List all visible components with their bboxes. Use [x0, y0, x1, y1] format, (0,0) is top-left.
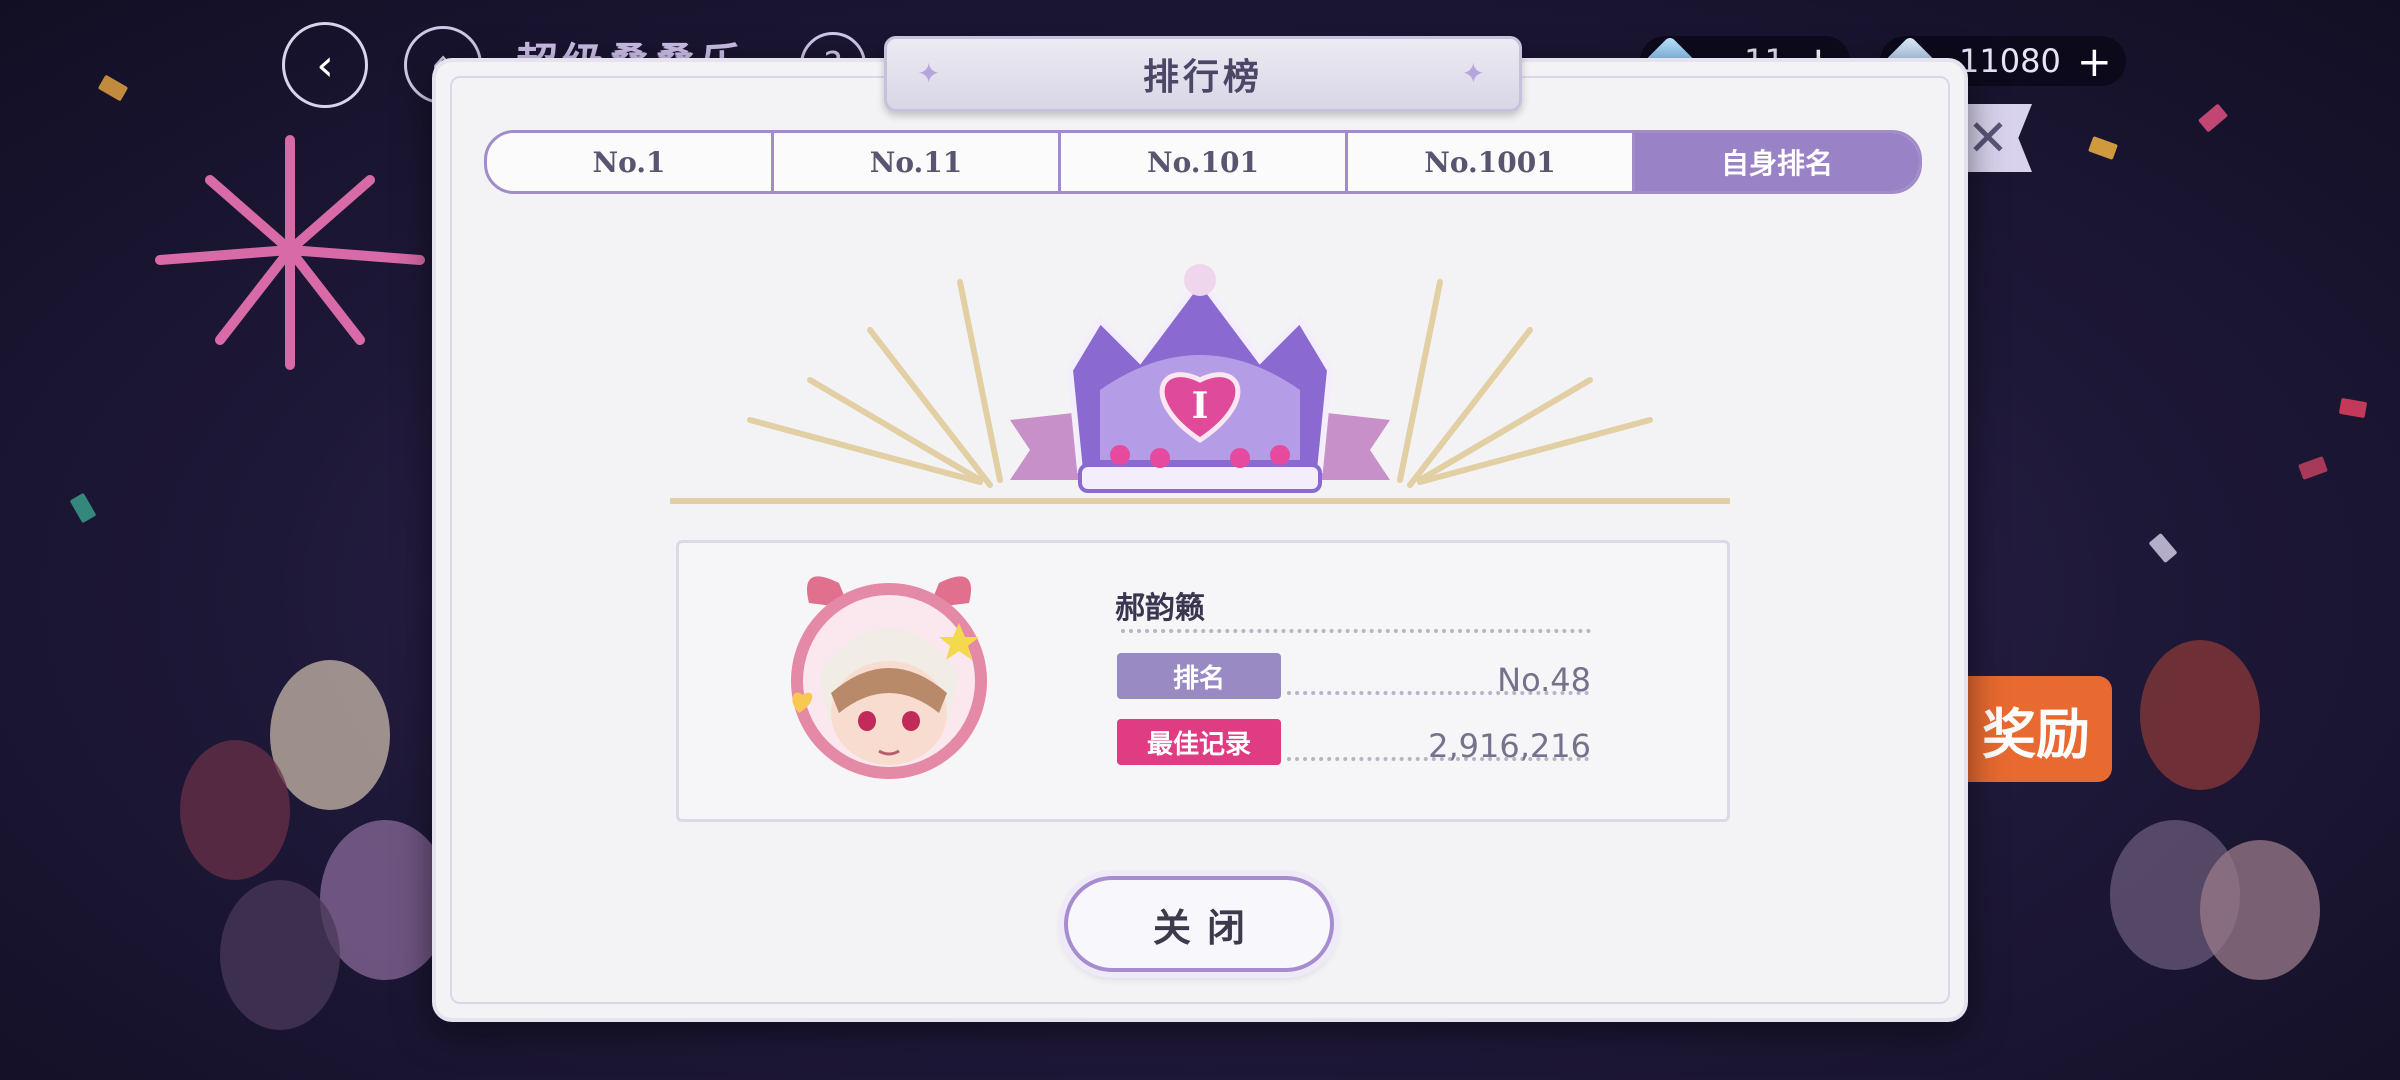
confetti	[2298, 456, 2328, 480]
confetti	[2197, 103, 2229, 133]
player-name: 郝韵籁	[1115, 591, 1205, 626]
confetti	[69, 492, 97, 524]
player-info-card: 郝韵籁 排名 No.48 最佳记录 2,916,216	[676, 540, 1730, 822]
rank-value: No.48	[1497, 661, 1591, 699]
confetti	[2338, 397, 2368, 419]
rank-tabs: No.1 No.11 No.101 No.1001 自身排名	[484, 130, 1922, 194]
back-button[interactable]: ‹	[282, 22, 368, 108]
tab-no1[interactable]: No.1	[487, 133, 774, 191]
modal-title: 排行榜	[1142, 57, 1263, 98]
balloon	[2140, 640, 2260, 790]
balloon	[2200, 840, 2320, 980]
confetti	[2088, 136, 2118, 160]
crown-emblem: I	[670, 264, 1730, 504]
modal-title-plate: ✦ 排行榜 ✦	[884, 36, 1522, 112]
back-arrow-icon: ‹	[316, 39, 334, 91]
add-crystal-button[interactable]: +	[2077, 37, 2112, 86]
crown-mark: I	[1192, 385, 1209, 427]
currency-value: 11080	[1959, 42, 2061, 80]
balloon	[180, 740, 290, 880]
best-record-label: 最佳记录	[1117, 719, 1281, 765]
close-button[interactable]: 关闭	[1064, 876, 1334, 972]
tab-no101[interactable]: No.101	[1061, 133, 1348, 191]
tab-no1001[interactable]: No.1001	[1348, 133, 1635, 191]
tab-no11[interactable]: No.11	[774, 133, 1061, 191]
sparkle-icon: ✦	[917, 57, 945, 90]
confetti	[2148, 532, 2178, 564]
reward-button[interactable]: 奖励	[1948, 676, 2112, 782]
rank-label: 排名	[1117, 653, 1281, 699]
confetti	[97, 74, 129, 102]
balloon	[220, 880, 340, 1030]
best-record-value: 2,916,216	[1428, 727, 1591, 765]
close-icon: ✕	[1967, 109, 2009, 167]
tab-self-rank[interactable]: 自身排名	[1635, 133, 1919, 191]
player-avatar[interactable]	[779, 563, 999, 783]
name-divider	[1121, 629, 1591, 633]
sparkle-icon: ✦	[1461, 57, 1489, 90]
firework-decoration	[155, 135, 425, 370]
balloon	[270, 660, 390, 810]
